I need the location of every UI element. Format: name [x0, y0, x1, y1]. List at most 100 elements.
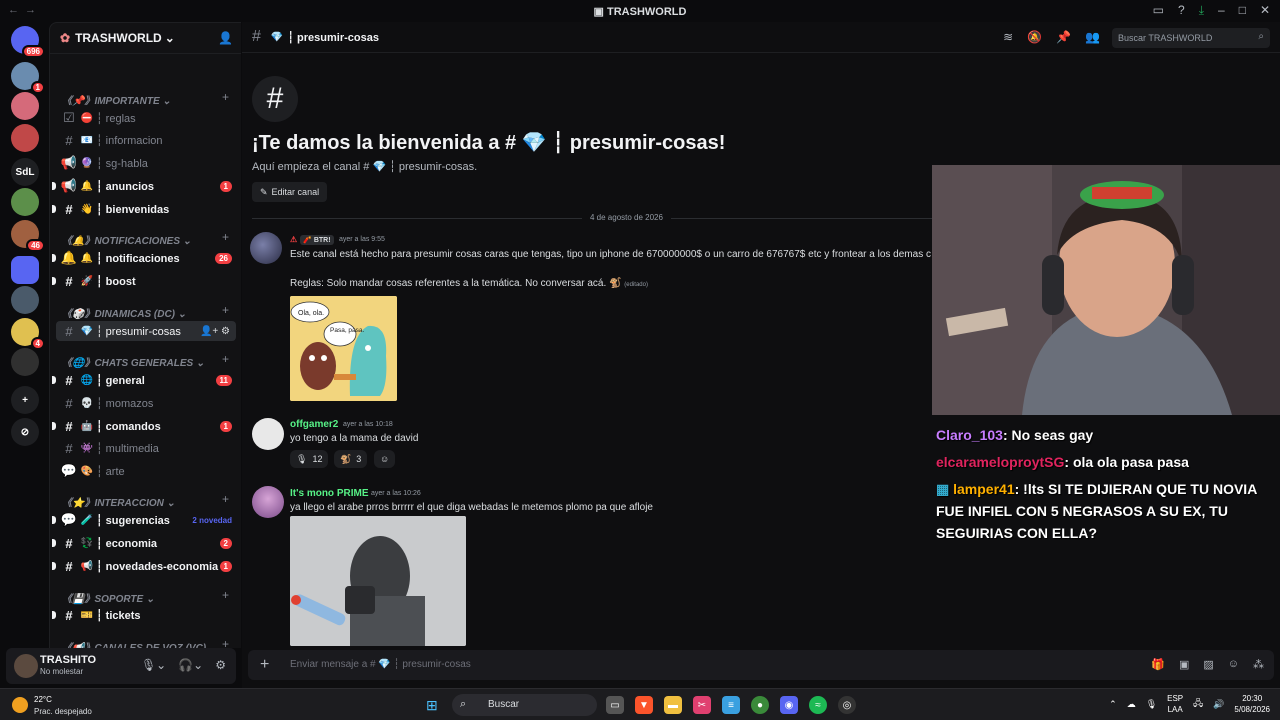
- discover-compass-icon[interactable]: ⊘: [11, 418, 39, 446]
- tray-chevron-icon[interactable]: ⌃: [1109, 699, 1117, 710]
- channel-item[interactable]: 💬 🧪 ┆ sugerencias 2 novedad: [52, 510, 236, 530]
- channel-settings-icon[interactable]: 👤+ ⚙: [200, 326, 230, 337]
- server-icon[interactable]: 4: [11, 318, 45, 350]
- reaction[interactable]: 🐒 3: [334, 450, 368, 468]
- file-explorer-icon[interactable]: ▬: [664, 696, 682, 714]
- channel-item[interactable]: # 💱 ┆ economia 2: [52, 533, 236, 553]
- channel-item[interactable]: 💬 🎨 ┆ arte: [56, 461, 236, 481]
- task-view-icon[interactable]: ▭: [606, 696, 624, 714]
- channel-category[interactable]: 《🎲》DINAMICAS (DC) ⌄: [62, 305, 186, 320]
- microphone-icon[interactable]: 🎙⌄: [141, 658, 166, 672]
- channel-item[interactable]: # 💎 ┆ presumir-cosas 👤+ ⚙: [56, 321, 236, 341]
- channel-item[interactable]: # 📧 ┆ informacion: [56, 130, 236, 150]
- channel-item[interactable]: 🔔 🔔 ┆ notificaciones 26: [52, 248, 236, 268]
- server-icon[interactable]: SdL: [11, 158, 39, 186]
- avatar[interactable]: [252, 418, 284, 450]
- server-icon[interactable]: 1: [11, 62, 45, 94]
- avatar[interactable]: [14, 654, 38, 678]
- discord-icon[interactable]: ◉: [780, 696, 798, 714]
- pin-icon[interactable]: 📌: [1056, 30, 1071, 44]
- add-server-icon[interactable]: +: [11, 386, 39, 414]
- message-composer[interactable]: + Enviar mensaje a # 💎 ┆ presumir-cosas …: [248, 650, 1274, 680]
- maximize-button[interactable]: □: [1239, 3, 1246, 18]
- chrome-icon[interactable]: ●: [751, 696, 769, 714]
- home-server-icon[interactable]: 696: [11, 26, 45, 58]
- edit-channel-button[interactable]: ✎ Editar canal: [252, 182, 328, 202]
- create-channel-icon[interactable]: +: [222, 588, 229, 602]
- channel-item[interactable]: 📢 🔔 ┆ anuncios 1: [52, 176, 236, 196]
- channel-item[interactable]: # 📢 ┆ novedades-economia 1: [52, 556, 236, 576]
- emoji-picker-icon[interactable]: ☺: [1228, 658, 1239, 671]
- channel-item[interactable]: # 👾 ┆ multimedia: [56, 438, 236, 458]
- apps-icon[interactable]: ⁂: [1253, 658, 1264, 671]
- channel-category[interactable]: 《💾》SOPORTE ⌄: [62, 590, 154, 605]
- message-input[interactable]: Enviar mensaje a # 💎 ┆ presumir-cosas: [290, 659, 471, 670]
- obs-icon[interactable]: ◎: [838, 696, 856, 714]
- add-reaction-button[interactable]: ☺: [374, 450, 396, 468]
- gif-icon[interactable]: ▣: [1179, 658, 1189, 671]
- server-icon[interactable]: 46: [11, 220, 45, 252]
- threads-icon[interactable]: ≋: [1003, 30, 1013, 44]
- channel-category[interactable]: 《📌》IMPORTANTE ⌄: [62, 92, 171, 107]
- add-attachment-icon[interactable]: +: [260, 656, 269, 674]
- message-author[interactable]: ⚠ 🧨 BTR!: [290, 234, 338, 245]
- meme-image[interactable]: Ola, ola. Pasa, pasa.: [290, 296, 397, 401]
- brave-browser-icon[interactable]: ▼: [635, 696, 653, 714]
- create-channel-icon[interactable]: +: [222, 230, 229, 244]
- cloud-icon[interactable]: ☁: [1127, 699, 1136, 710]
- language-indicator[interactable]: ESP LAA: [1167, 693, 1183, 715]
- create-channel-icon[interactable]: +: [222, 90, 229, 104]
- close-button[interactable]: ✕: [1260, 3, 1270, 18]
- channel-category[interactable]: 《🌐》CHATS GENERALES ⌄: [62, 354, 204, 369]
- channel-item[interactable]: # 💀 ┆ momazos: [56, 393, 236, 413]
- channel-item[interactable]: ☑ ⛔ ┆ reglas: [56, 108, 236, 128]
- server-icon[interactable]: [11, 348, 39, 376]
- headphones-icon[interactable]: 🎧⌄: [178, 658, 203, 672]
- server-icon[interactable]: [11, 256, 39, 284]
- mic-tray-icon[interactable]: 🎙: [1146, 699, 1157, 710]
- message-author[interactable]: It's mono PRIME: [290, 488, 369, 499]
- mute-bell-icon[interactable]: 🔕: [1027, 30, 1042, 44]
- snipping-tool-icon[interactable]: ✂: [693, 696, 711, 714]
- channel-item[interactable]: # 🌐 ┆ general 11: [52, 370, 236, 390]
- create-channel-icon[interactable]: +: [222, 303, 229, 317]
- reaction[interactable]: 🎙 12: [290, 450, 329, 468]
- message-author[interactable]: offgamer2: [290, 419, 338, 430]
- channel-item[interactable]: # 🚀 ┆ boost: [52, 271, 236, 291]
- channel-item[interactable]: # 👋 ┆ bienvenidas: [52, 199, 236, 219]
- minimize-button[interactable]: –: [1218, 3, 1225, 18]
- avatar[interactable]: [250, 232, 282, 264]
- download-icon[interactable]: ⤓: [1199, 3, 1204, 18]
- create-channel-icon[interactable]: +: [222, 492, 229, 506]
- sticker-icon[interactable]: ▨: [1203, 658, 1213, 671]
- taskbar-search[interactable]: ⌕ Buscar: [452, 694, 597, 716]
- channel-label: ┆ momazos: [96, 397, 154, 410]
- search-input[interactable]: Buscar TRASHWORLD ⌕: [1112, 28, 1270, 48]
- attached-photo[interactable]: [290, 516, 466, 646]
- volume-icon[interactable]: 🔊: [1213, 699, 1224, 710]
- server-icon[interactable]: [11, 286, 39, 314]
- channel-item[interactable]: 📢 🔮 ┆ sg-habla: [56, 153, 236, 173]
- spotify-icon[interactable]: ≈: [809, 696, 827, 714]
- channel-category[interactable]: 《🔔》NOTIFICACIONES ⌄: [62, 232, 191, 247]
- network-icon[interactable]: 🖧: [1193, 696, 1203, 712]
- server-icon[interactable]: [11, 188, 39, 216]
- clock[interactable]: 20:30 5/08/2026: [1234, 693, 1270, 715]
- create-channel-icon[interactable]: +: [222, 352, 229, 366]
- server-icon[interactable]: [11, 92, 39, 120]
- inbox-icon[interactable]: ▭: [1153, 3, 1164, 18]
- gift-icon[interactable]: 🎁: [1151, 658, 1165, 671]
- settings-gear-icon[interactable]: ⚙: [215, 658, 226, 672]
- notepad-icon[interactable]: ≡: [722, 696, 740, 714]
- members-icon[interactable]: 👥: [1085, 30, 1100, 44]
- guild-header[interactable]: ✿ TRASHWORLD ⌄ 👤: [50, 23, 241, 54]
- channel-item[interactable]: # 🎫 ┆ tickets: [52, 605, 236, 625]
- invite-people-icon[interactable]: 👤: [218, 31, 233, 45]
- help-icon[interactable]: ?: [1178, 3, 1185, 18]
- windows-start-icon[interactable]: ⊞: [426, 697, 438, 714]
- channel-category[interactable]: 《⭐》INTERACCION ⌄: [62, 494, 175, 509]
- server-icon[interactable]: [11, 124, 39, 152]
- channel-emoji-icon: 🤖: [80, 420, 94, 432]
- avatar[interactable]: [252, 486, 284, 518]
- channel-item[interactable]: # 🤖 ┆ comandos 1: [52, 416, 236, 436]
